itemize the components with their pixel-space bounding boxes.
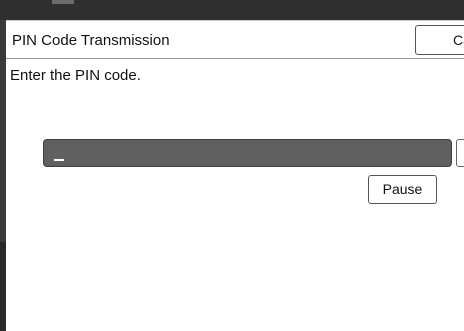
page-title: PIN Code Transmission (12, 32, 170, 49)
text-cursor-icon (54, 159, 64, 161)
title-bar: PIN Code Transmission Car (6, 20, 464, 59)
frame-notch (52, 0, 74, 4)
main-content: Enter the PIN code. Pause (6, 59, 464, 331)
pin-side-button[interactable] (456, 139, 464, 167)
instruction-text: Enter the PIN code. (10, 67, 141, 84)
pause-button[interactable]: Pause (368, 175, 437, 204)
cancel-button[interactable]: Car (415, 25, 464, 55)
pin-code-screen: PIN Code Transmission Car Enter the PIN … (0, 0, 464, 331)
pin-code-input[interactable] (43, 139, 452, 167)
